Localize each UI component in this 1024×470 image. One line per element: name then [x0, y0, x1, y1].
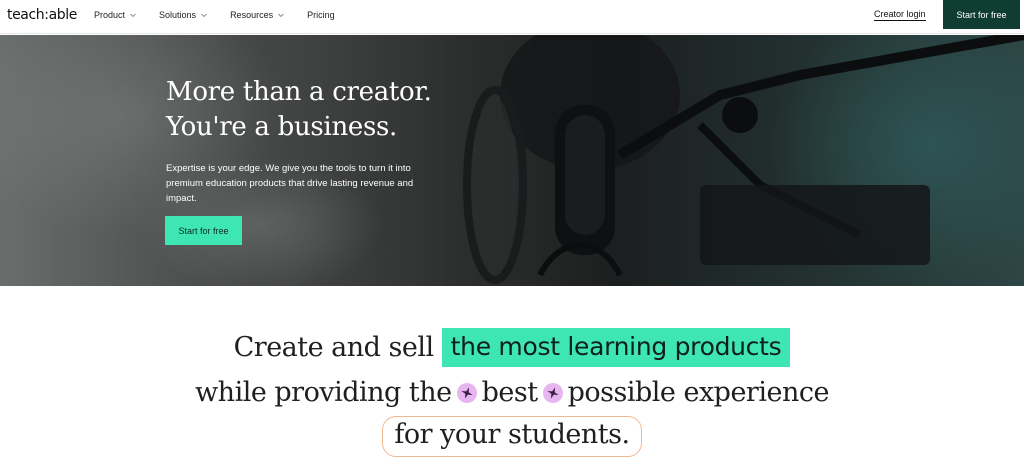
chevron-down-icon [277, 11, 285, 19]
menu-item-label: Resources [230, 10, 274, 20]
creator-login-link[interactable]: Creator login [874, 9, 926, 21]
hero-title: More than a creator. You're a business. [166, 75, 432, 145]
tagline-text: possible experience [567, 376, 830, 408]
tagline-line-1: Create and sell the most learning produc… [0, 324, 1024, 370]
tagline-line-3: for your students. [0, 414, 1024, 458]
hero-background-image [0, 35, 1024, 286]
tagline-section: Create and sell the most learning produc… [0, 286, 1024, 470]
tagline-highlight: the most learning products [441, 327, 791, 367]
main-menu: Product Solutions Resources Pricing [94, 0, 357, 30]
start-for-free-button[interactable]: Start for free [943, 0, 1020, 29]
menu-item-pricing[interactable]: Pricing [307, 10, 335, 20]
hero-start-for-free-button[interactable]: Start for free [165, 216, 242, 245]
top-navigation: teach:able Product Solutions Resources P… [0, 0, 1024, 34]
tagline-text: Create and sell [233, 331, 435, 363]
menu-item-label: Solutions [159, 10, 197, 20]
menu-item-product[interactable]: Product [94, 10, 137, 20]
sparkle-icon [542, 383, 563, 403]
menu-item-resources[interactable]: Resources [230, 10, 285, 20]
menu-item-label: Product [94, 10, 126, 20]
chevron-down-icon [129, 11, 137, 19]
hero-section: More than a creator. You're a business. … [0, 35, 1024, 286]
hero-description: Expertise is your edge. We give you the … [166, 163, 414, 204]
menu-item-label: Pricing [307, 10, 335, 20]
hero-title-line-2: You're a business. [166, 112, 398, 142]
sparkle-icon [456, 383, 477, 403]
chevron-down-icon [200, 11, 208, 19]
tagline-text: best [481, 376, 538, 408]
tagline-pill: for your students. [382, 415, 642, 457]
logo[interactable]: teach:able [7, 7, 77, 23]
tagline-line-2: while providing the best possible experi… [0, 371, 1024, 413]
hero-title-line-1: More than a creator. [166, 77, 432, 107]
menu-item-solutions[interactable]: Solutions [159, 10, 208, 20]
tagline-text: while providing the [195, 376, 452, 408]
